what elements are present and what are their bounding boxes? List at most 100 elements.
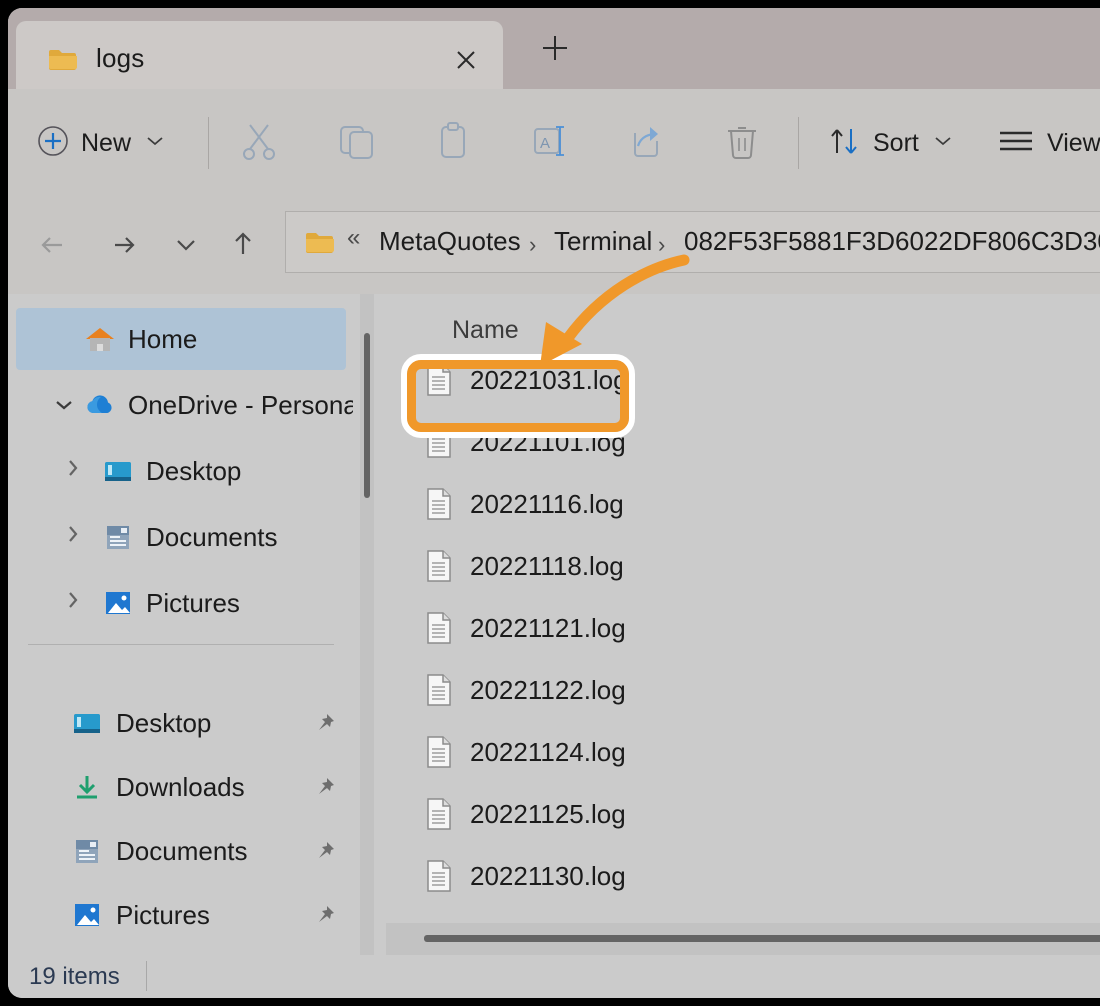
sidebar-pinned-label: Pictures xyxy=(116,899,210,930)
trash-icon xyxy=(720,119,764,168)
sort-button-label: Sort xyxy=(873,128,919,157)
paste-button[interactable] xyxy=(430,116,476,170)
plus-circle-icon xyxy=(36,124,70,163)
cut-button[interactable] xyxy=(236,116,282,170)
pictures-icon xyxy=(102,589,134,617)
arrow-right-icon[interactable] xyxy=(100,220,150,270)
navigation-sidebar: Home OneDrive - Personal Desktop Documen… xyxy=(8,294,353,955)
chevron-down-icon[interactable] xyxy=(146,134,164,152)
item-count-label: 19 items xyxy=(29,963,120,990)
file-row-5[interactable]: 20221122.log xyxy=(426,666,1046,714)
arrow-left-icon[interactable] xyxy=(30,220,80,270)
breadcrumb-item-0[interactable]: MetaQuotes xyxy=(379,226,521,257)
arrow-up-icon[interactable] xyxy=(218,220,268,270)
sort-button[interactable]: Sort xyxy=(826,116,952,170)
list-lines-icon xyxy=(996,126,1036,161)
status-bar: 19 items xyxy=(8,955,1100,998)
breadcrumb-sep-1[interactable]: › xyxy=(658,232,665,258)
column-header-name[interactable]: Name xyxy=(452,316,519,345)
log-file-icon xyxy=(426,736,452,768)
file-explorer-window: logs New A Sort View « MetaQuotes › Term… xyxy=(8,8,1100,998)
sidebar-scrollbar-thumb[interactable] xyxy=(364,333,370,498)
sidebar-item-documents[interactable]: Documents xyxy=(16,506,346,568)
sidebar-pinned-desktop[interactable]: Desktop xyxy=(16,692,346,754)
file-row-2[interactable]: 20221116.log xyxy=(426,480,1046,528)
breadcrumb-item-2[interactable]: 082F53F5881F3D6022DF806C3D307B50 xyxy=(684,226,1100,257)
sidebar-pinned-pictures[interactable]: Pictures xyxy=(16,884,346,946)
share-button[interactable] xyxy=(623,116,669,170)
file-name: 20221121.log xyxy=(470,612,626,643)
file-name: 20221101.log xyxy=(470,426,626,457)
new-button[interactable]: New xyxy=(36,116,164,170)
file-name: 20221124.log xyxy=(470,736,626,767)
sidebar-pinned-label: Downloads xyxy=(116,771,245,802)
log-file-icon xyxy=(426,550,452,582)
sidebar-pinned-downloads[interactable]: Downloads xyxy=(16,756,346,818)
file-row-1[interactable]: 20221101.log xyxy=(426,418,1046,466)
pin-icon[interactable] xyxy=(314,776,336,798)
copy-icon xyxy=(333,119,381,168)
new-tab-button[interactable] xyxy=(534,28,576,68)
recent-locations-icon[interactable] xyxy=(161,220,211,270)
rename-button[interactable]: A xyxy=(526,116,572,170)
view-button[interactable]: View xyxy=(996,116,1100,170)
title-bar: logs xyxy=(8,8,1100,89)
file-name: 20221031.log xyxy=(470,364,628,395)
pictures-icon xyxy=(71,901,103,929)
pin-icon[interactable] xyxy=(314,904,336,926)
chevron-right-icon[interactable] xyxy=(66,524,80,550)
address-bar: « MetaQuotes › Terminal › 082F53F5881F3D… xyxy=(8,196,1100,294)
sidebar-item-label: Pictures xyxy=(146,587,240,618)
log-file-icon xyxy=(426,612,452,644)
pin-icon[interactable] xyxy=(314,712,336,734)
sidebar-item-home[interactable]: Home xyxy=(16,308,346,370)
scissors-icon xyxy=(236,119,282,168)
file-row-8[interactable]: 20221130.log xyxy=(426,852,1046,900)
rename-icon: A xyxy=(526,119,572,168)
home-icon xyxy=(84,325,116,353)
copy-button[interactable] xyxy=(333,116,381,170)
chevron-down-icon[interactable] xyxy=(54,392,74,418)
pin-icon[interactable] xyxy=(314,840,336,862)
log-file-icon xyxy=(426,364,452,396)
file-row-4[interactable]: 20221121.log xyxy=(426,604,1046,652)
breadcrumb[interactable]: « MetaQuotes › Terminal › 082F53F5881F3D… xyxy=(285,211,1100,273)
toolbar-divider-2 xyxy=(798,117,799,169)
close-icon[interactable] xyxy=(446,43,486,77)
file-row-3[interactable]: 20221118.log xyxy=(426,542,1046,590)
file-list-pane: Name 20221031.log 20221101.log 20221116.… xyxy=(386,294,1100,955)
desktop-icon xyxy=(71,709,103,737)
file-row-0[interactable]: 20221031.log xyxy=(426,356,1046,404)
folder-icon xyxy=(48,48,78,72)
file-row-7[interactable]: 20221125.log xyxy=(426,790,1046,838)
breadcrumb-overflow[interactable]: « xyxy=(347,224,360,252)
new-button-label: New xyxy=(81,128,132,157)
breadcrumb-sep-0[interactable]: › xyxy=(529,232,536,258)
breadcrumb-item-1[interactable]: Terminal xyxy=(554,226,652,257)
horizontal-scrollbar-thumb[interactable] xyxy=(424,935,1100,942)
sidebar-item-pictures[interactable]: Pictures xyxy=(16,572,346,634)
file-row-6[interactable]: 20221124.log xyxy=(426,728,1046,776)
tab-logs[interactable]: logs xyxy=(16,21,503,89)
chevron-down-icon[interactable] xyxy=(934,134,952,152)
tab-label: logs xyxy=(96,43,145,73)
chevron-right-icon[interactable] xyxy=(66,590,80,616)
download-icon xyxy=(71,773,103,801)
documents-icon xyxy=(102,523,134,551)
file-name: 20221130.log xyxy=(470,860,626,891)
file-name: 20221118.log xyxy=(470,550,624,581)
status-divider xyxy=(146,961,147,991)
sidebar-item-onedrive[interactable]: OneDrive - Personal xyxy=(16,374,353,436)
desktop-icon xyxy=(102,457,134,485)
sidebar-pinned-documents[interactable]: Documents xyxy=(16,820,346,882)
folder-icon xyxy=(305,231,335,255)
view-button-label: View xyxy=(1047,128,1100,157)
sidebar-item-label: Documents xyxy=(146,521,278,552)
chevron-right-icon[interactable] xyxy=(66,458,80,484)
log-file-icon xyxy=(426,488,452,520)
log-file-icon xyxy=(426,860,452,892)
log-file-icon xyxy=(426,426,452,458)
delete-button[interactable] xyxy=(720,116,764,170)
sidebar-item-desktop[interactable]: Desktop xyxy=(16,440,346,502)
sidebar-item-label: Desktop xyxy=(146,455,242,486)
